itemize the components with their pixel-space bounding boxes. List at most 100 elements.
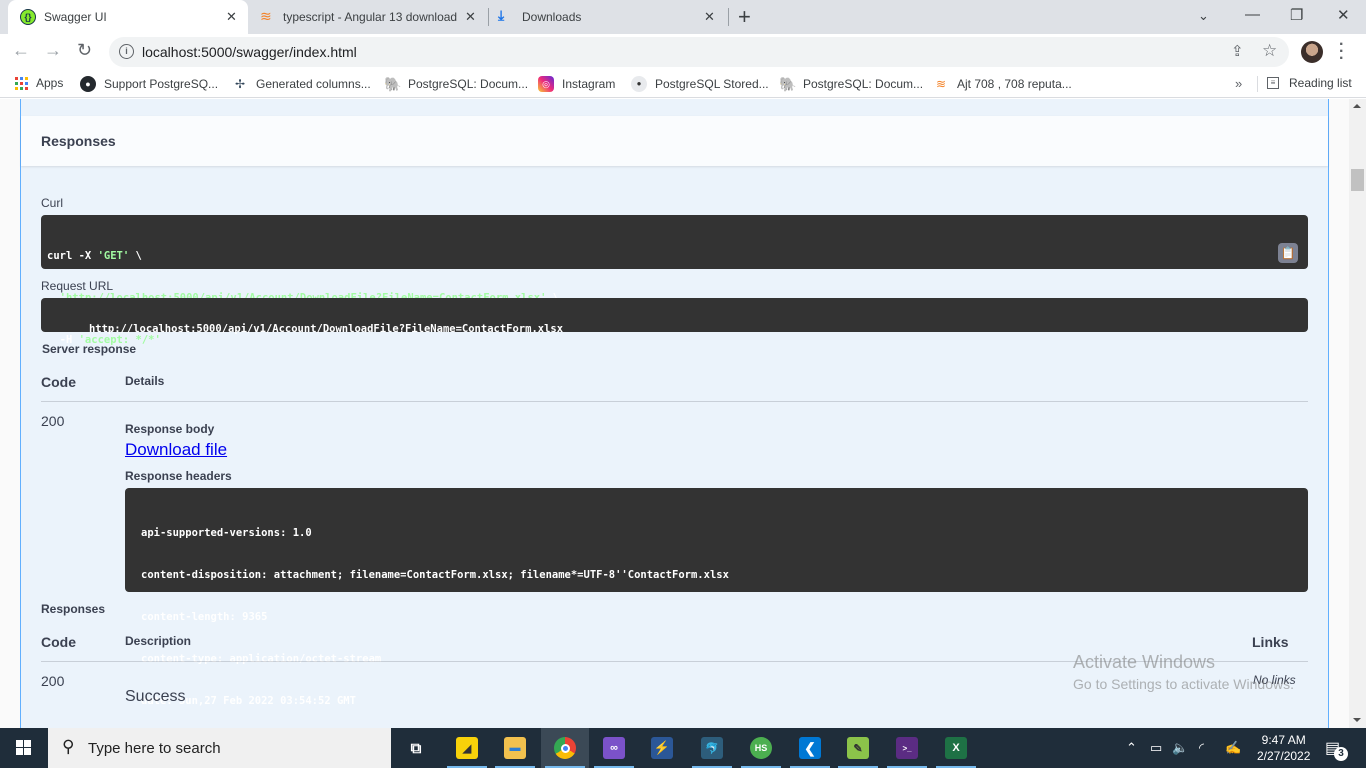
table-divider <box>41 661 1308 662</box>
reading-list-button[interactable]: ≡ Reading list <box>1267 76 1352 90</box>
taskbar-terminal[interactable]: >_ <box>883 728 931 768</box>
close-tab-icon[interactable]: ✕ <box>704 9 715 25</box>
scroll-up-arrow-icon[interactable] <box>1353 104 1361 108</box>
scroll-down-arrow-icon[interactable] <box>1353 718 1361 722</box>
taskbar-file-explorer[interactable]: ▬ <box>491 728 539 768</box>
taskbar-network-tool[interactable]: ⚡ <box>638 728 686 768</box>
search-icon: ⚲ <box>62 737 75 756</box>
taskbar-heidisql[interactable]: HS <box>737 728 785 768</box>
windows-taskbar: ⚲ Type here to search ⧉ ◢ ▬ ∞ ⚡ 🐬 HS ❮ ✎… <box>0 728 1366 768</box>
bookmark-label: PostgreSQL: Docum... <box>408 77 529 91</box>
bookmarks-overflow-button[interactable]: » <box>1235 76 1242 91</box>
reading-list-label: Reading list <box>1289 76 1352 90</box>
request-url-value: http://localhost:5000/api/v1/Account/Dow… <box>88 323 564 335</box>
bookmark-apps[interactable]: Apps <box>15 76 63 90</box>
chrome-icon <box>554 737 576 759</box>
tab-title: Downloads <box>522 10 582 24</box>
taskbar-chrome[interactable] <box>541 728 589 768</box>
address-bar[interactable]: i localhost:5000/swagger/index.html ⇪ ☆ <box>109 37 1289 67</box>
mysql-workbench-icon: 🐬 <box>701 737 723 759</box>
notification-count-badge: 3 <box>1334 747 1348 761</box>
page-scrollbar[interactable] <box>1349 99 1366 728</box>
curl-string: 'GET' <box>97 250 130 262</box>
tab-title: Swagger UI <box>44 10 107 24</box>
tab-search-icon[interactable]: ⌄ <box>1198 8 1209 24</box>
response-code: 200 <box>41 673 65 689</box>
header-line: content-type: application/octet-stream <box>141 653 382 665</box>
stackoverflow-icon: ≋ <box>935 77 947 91</box>
taskbar-sticky-notes[interactable]: ◢ <box>443 728 491 768</box>
heidisql-icon: HS <box>750 737 772 759</box>
show-hidden-icons-chevron[interactable]: ⌃ <box>1126 740 1137 756</box>
tab-title: typescript - Angular 13 download <box>283 10 458 24</box>
forward-button[interactable]: → <box>44 40 62 61</box>
header-line: content-disposition: attachment; filenam… <box>141 569 729 581</box>
request-url-block[interactable]: http://localhost:5000/api/v1/Account/Dow… <box>41 298 1308 335</box>
pen-icon[interactable]: ✍ <box>1225 740 1241 756</box>
volume-icon[interactable]: 🔈 <box>1172 740 1188 756</box>
windows-start-icon[interactable] <box>16 740 31 755</box>
battery-icon[interactable]: ▭ <box>1150 740 1162 756</box>
taskbar-notepad-plus-plus[interactable]: ✎ <box>834 728 882 768</box>
response-headers-block[interactable]: api-supported-versions: 1.0 content-disp… <box>125 488 1308 707</box>
tab-typescript[interactable]: ≋ typescript - Angular 13 download ✕ <box>250 0 488 34</box>
taskbar-mysql-workbench[interactable]: 🐬 <box>688 728 736 768</box>
task-view-button[interactable]: ⧉ <box>392 728 440 768</box>
server-response-label: Server response <box>42 342 137 356</box>
taskbar-excel[interactable]: X <box>932 728 980 768</box>
bookmark-star-icon[interactable]: ☆ <box>1262 41 1277 61</box>
col-details-header: Details <box>125 374 165 388</box>
clock-date: 2/27/2022 <box>1257 749 1311 763</box>
close-tab-icon[interactable]: ✕ <box>465 9 476 25</box>
address-url[interactable]: localhost:5000/swagger/index.html <box>142 44 357 60</box>
close-window-button[interactable]: ✕ <box>1337 6 1350 24</box>
tab-downloads[interactable]: ⤓ Downloads ✕ <box>490 0 728 34</box>
curl-code-block[interactable]: curl -X 'GET' \ 'http://localhost:5000/a… <box>41 215 1308 346</box>
browser-tab-strip: {} Swagger UI ✕ ≋ typescript - Angular 1… <box>0 0 1366 34</box>
taskbar-vscode[interactable]: ❮ <box>786 728 834 768</box>
wifi-icon[interactable]: ◜ <box>1199 740 1204 756</box>
taskbar-visual-studio[interactable]: ∞ <box>590 728 638 768</box>
bookmark-generated-columns[interactable]: ✢ Generated columns... <box>232 76 371 92</box>
response-headers-label: Response headers <box>125 469 232 483</box>
taskbar-clock[interactable]: 9:47 AM 2/27/2022 <box>1257 732 1310 764</box>
bookmark-label: PostgreSQL: Docum... <box>803 77 924 91</box>
browser-menu-icon[interactable]: · · · <box>1339 37 1344 67</box>
bookmark-label: Apps <box>36 76 64 90</box>
bookmark-postgresql-docs-2[interactable]: 🐘 PostgreSQL: Docum... <box>779 76 923 92</box>
restore-button[interactable]: ❐ <box>1290 6 1303 24</box>
new-tab-button[interactable]: + <box>738 4 751 30</box>
apps-grid-icon <box>15 76 28 90</box>
visual-studio-icon: ∞ <box>603 737 625 759</box>
col-links-header: Links <box>1252 634 1289 650</box>
taskbar-search-box[interactable]: ⚲ Type here to search <box>48 728 391 768</box>
site-info-icon[interactable]: i <box>119 44 134 59</box>
scroll-thumb[interactable] <box>1351 169 1364 191</box>
profile-avatar[interactable] <box>1301 41 1323 63</box>
response-description: Success <box>125 688 186 705</box>
github-icon: ● <box>80 76 96 92</box>
pin-icon: ✢ <box>234 77 246 91</box>
share-icon[interactable]: ⇪ <box>1231 42 1244 60</box>
vscode-icon: ❮ <box>799 737 821 759</box>
reading-list-icon: ≡ <box>1267 77 1279 89</box>
minimize-button[interactable]: — <box>1245 6 1260 23</box>
swagger-page: Responses Curl curl -X 'GET' \ 'http://l… <box>0 99 1349 728</box>
response-links: No links <box>1253 673 1296 687</box>
task-view-icon: ⧉ <box>410 739 422 757</box>
copy-to-clipboard-icon[interactable]: 📋 <box>1278 243 1298 263</box>
bookmark-stackoverflow[interactable]: ≋ Ajt 708 , 708 reputa... <box>933 76 1072 92</box>
reload-button[interactable]: ↻ <box>77 40 92 61</box>
tab-swagger-ui[interactable]: {} Swagger UI ✕ <box>8 0 248 34</box>
bookmark-github[interactable]: ● Support PostgreSQ... <box>80 76 218 92</box>
download-file-link[interactable]: Download file <box>125 440 227 460</box>
bookmarks-bar: Apps ● Support PostgreSQ... ✢ Generated … <box>0 70 1366 98</box>
bookmark-postgresql-stored[interactable]: ● PostgreSQL Stored... <box>631 76 769 92</box>
close-tab-icon[interactable]: ✕ <box>226 9 237 25</box>
sticky-notes-icon: ◢ <box>456 737 478 759</box>
header-line: date: Sun,27 Feb 2022 03:54:52 GMT <box>141 695 356 707</box>
bookmarks-separator <box>1257 76 1258 92</box>
bookmark-postgresql-docs[interactable]: 🐘 PostgreSQL: Docum... <box>384 76 528 92</box>
back-button[interactable]: ← <box>12 40 30 61</box>
bookmark-instagram[interactable]: ◎ Instagram <box>538 76 615 92</box>
